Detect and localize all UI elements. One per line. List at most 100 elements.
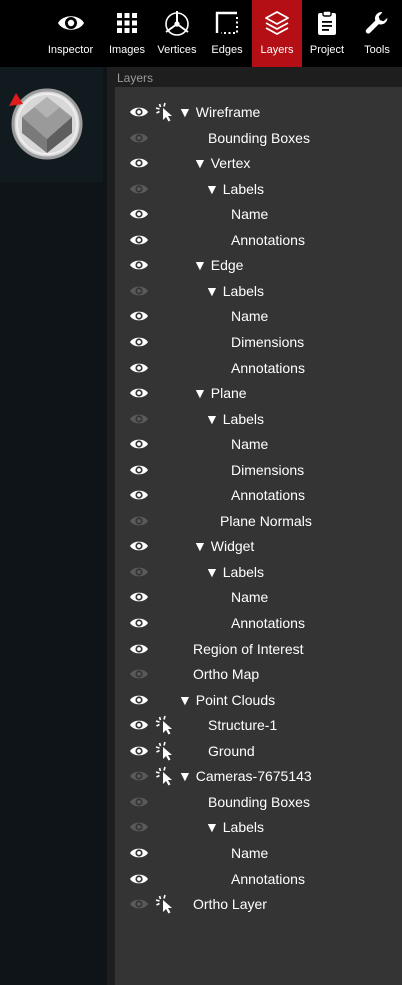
visibility-eye-icon[interactable] xyxy=(129,309,149,323)
layer-row[interactable]: ▼ Labels xyxy=(115,279,402,304)
layer-label: Structure-1 xyxy=(208,717,278,734)
visibility-eye-icon[interactable] xyxy=(129,846,149,860)
layer-row[interactable]: Bounding Boxes xyxy=(115,126,402,151)
visibility-eye-icon[interactable] xyxy=(129,642,149,656)
layer-row[interactable]: Name xyxy=(115,841,402,866)
visibility-eye-icon[interactable] xyxy=(129,105,149,119)
layer-row[interactable]: Annotations xyxy=(115,611,402,636)
visibility-eye-icon[interactable] xyxy=(129,565,149,579)
select-cursor-icon[interactable] xyxy=(155,741,175,761)
layer-row[interactable]: ▼ Widget xyxy=(115,534,402,559)
visibility-eye-icon[interactable] xyxy=(129,769,149,783)
clipboard-icon xyxy=(318,10,336,35)
layer-label: ▼ Labels xyxy=(205,819,265,836)
select-cursor-icon[interactable] xyxy=(155,102,175,122)
layers-tree: ▼ Wireframe Bounding Boxes ▼ Vertex ▼ Label… xyxy=(115,87,402,985)
visibility-eye-icon[interactable] xyxy=(129,744,149,758)
tab-vertices-label: Vertices xyxy=(157,44,197,56)
visibility-eye-icon[interactable] xyxy=(129,335,149,349)
visibility-eye-icon[interactable] xyxy=(129,514,149,528)
layer-label: Annotations xyxy=(231,870,305,887)
visibility-eye-icon[interactable] xyxy=(129,258,149,272)
layer-row[interactable]: ▼ Vertex xyxy=(115,151,402,176)
eye-icon xyxy=(57,16,84,30)
layer-row[interactable]: ▼ Labels xyxy=(115,407,402,432)
visibility-eye-icon[interactable] xyxy=(129,463,149,477)
layer-row[interactable]: ▼ Point Clouds xyxy=(115,688,402,713)
layer-label: Dimensions xyxy=(231,333,305,350)
visibility-eye-icon[interactable] xyxy=(129,156,149,170)
tab-vertices[interactable]: Vertices xyxy=(152,0,202,67)
visibility-eye-icon[interactable] xyxy=(129,539,149,553)
layer-row[interactable]: Name xyxy=(115,432,402,457)
visibility-eye-icon[interactable] xyxy=(129,795,149,809)
layer-label: Plane Normals xyxy=(220,512,312,529)
visibility-eye-icon[interactable] xyxy=(129,233,149,247)
layer-row[interactable]: Name xyxy=(115,304,402,329)
layer-row[interactable]: ▼ Labels xyxy=(115,177,402,202)
visibility-eye-icon[interactable] xyxy=(129,437,149,451)
layer-row[interactable]: ▼ Cameras-7675143 xyxy=(115,764,402,789)
select-cursor-icon[interactable] xyxy=(155,894,175,914)
visibility-eye-icon[interactable] xyxy=(129,718,149,732)
layer-label: ▼ Labels xyxy=(205,282,265,299)
tab-tools[interactable]: Tools xyxy=(352,0,402,67)
select-cursor-icon[interactable] xyxy=(155,715,175,735)
visibility-eye-icon[interactable] xyxy=(129,361,149,375)
visibility-eye-icon[interactable] xyxy=(129,667,149,681)
layer-row[interactable]: Region of Interest xyxy=(115,637,402,662)
visibility-eye-icon[interactable] xyxy=(129,897,149,911)
layer-row[interactable]: Annotations xyxy=(115,867,402,892)
layer-row[interactable]: Plane Normals xyxy=(115,509,402,534)
layer-row[interactable]: Name xyxy=(115,202,402,227)
layer-row[interactable]: Dimensions xyxy=(115,458,402,483)
layer-row[interactable]: Annotations xyxy=(115,356,402,381)
layer-label: Bounding Boxes xyxy=(208,129,310,146)
layer-row[interactable]: ▼ Wireframe xyxy=(115,100,402,125)
layer-label: ▼ Vertex xyxy=(193,155,251,172)
select-cursor-icon[interactable] xyxy=(155,766,175,786)
layer-row[interactable]: ▼ Labels xyxy=(115,815,402,840)
visibility-eye-icon[interactable] xyxy=(129,693,149,707)
visibility-eye-icon[interactable] xyxy=(129,386,149,400)
layer-row[interactable]: Ortho Map xyxy=(115,662,402,687)
layer-row[interactable]: Ortho Layer xyxy=(115,892,402,917)
visibility-eye-icon[interactable] xyxy=(129,182,149,196)
layer-row[interactable]: Bounding Boxes xyxy=(115,790,402,815)
layer-row[interactable]: Annotations xyxy=(115,228,402,253)
tab-inspector-label: Inspector xyxy=(47,44,94,56)
tab-edges[interactable]: Edges xyxy=(202,0,252,67)
tab-inspector[interactable]: Inspector xyxy=(39,0,102,67)
visibility-eye-icon[interactable] xyxy=(129,590,149,604)
layer-label: Annotations xyxy=(231,359,305,376)
visibility-eye-icon[interactable] xyxy=(129,488,149,502)
visibility-eye-icon[interactable] xyxy=(129,616,149,630)
layer-label: Ortho Layer xyxy=(193,896,267,913)
layer-row[interactable]: ▼ Plane xyxy=(115,381,402,406)
grid-icon xyxy=(117,13,137,33)
visibility-eye-icon[interactable] xyxy=(129,820,149,834)
view-navigator[interactable] xyxy=(0,67,103,182)
layer-label: ▼ Wireframe xyxy=(178,104,261,120)
visibility-eye-icon[interactable] xyxy=(129,412,149,426)
layer-label: Annotations xyxy=(231,615,305,631)
visibility-eye-icon[interactable] xyxy=(129,872,149,886)
layer-row[interactable]: Structure-1 xyxy=(115,713,402,738)
top-toolbar: Inspector Images Vertices Edges Layers P… xyxy=(0,0,402,67)
edges-icon xyxy=(215,11,238,34)
layer-label: Ortho Map xyxy=(193,666,260,683)
layer-row[interactable]: ▼ Labels xyxy=(115,560,402,585)
visibility-eye-icon[interactable] xyxy=(129,284,149,298)
layer-row[interactable]: Annotations xyxy=(115,483,402,508)
layer-row[interactable]: Ground xyxy=(115,739,402,764)
tab-images[interactable]: Images xyxy=(102,0,152,67)
layer-row[interactable]: Name xyxy=(115,585,402,610)
visibility-eye-icon[interactable] xyxy=(129,131,149,145)
layer-row[interactable]: Dimensions xyxy=(115,330,402,355)
layer-row[interactable]: ▼ Edge xyxy=(115,253,402,278)
visibility-eye-icon[interactable] xyxy=(129,207,149,221)
layer-label: Dimensions xyxy=(231,461,305,478)
tab-layers[interactable]: Layers xyxy=(252,0,302,67)
vertices-icon xyxy=(165,11,189,36)
tab-project[interactable]: Project xyxy=(302,0,352,67)
